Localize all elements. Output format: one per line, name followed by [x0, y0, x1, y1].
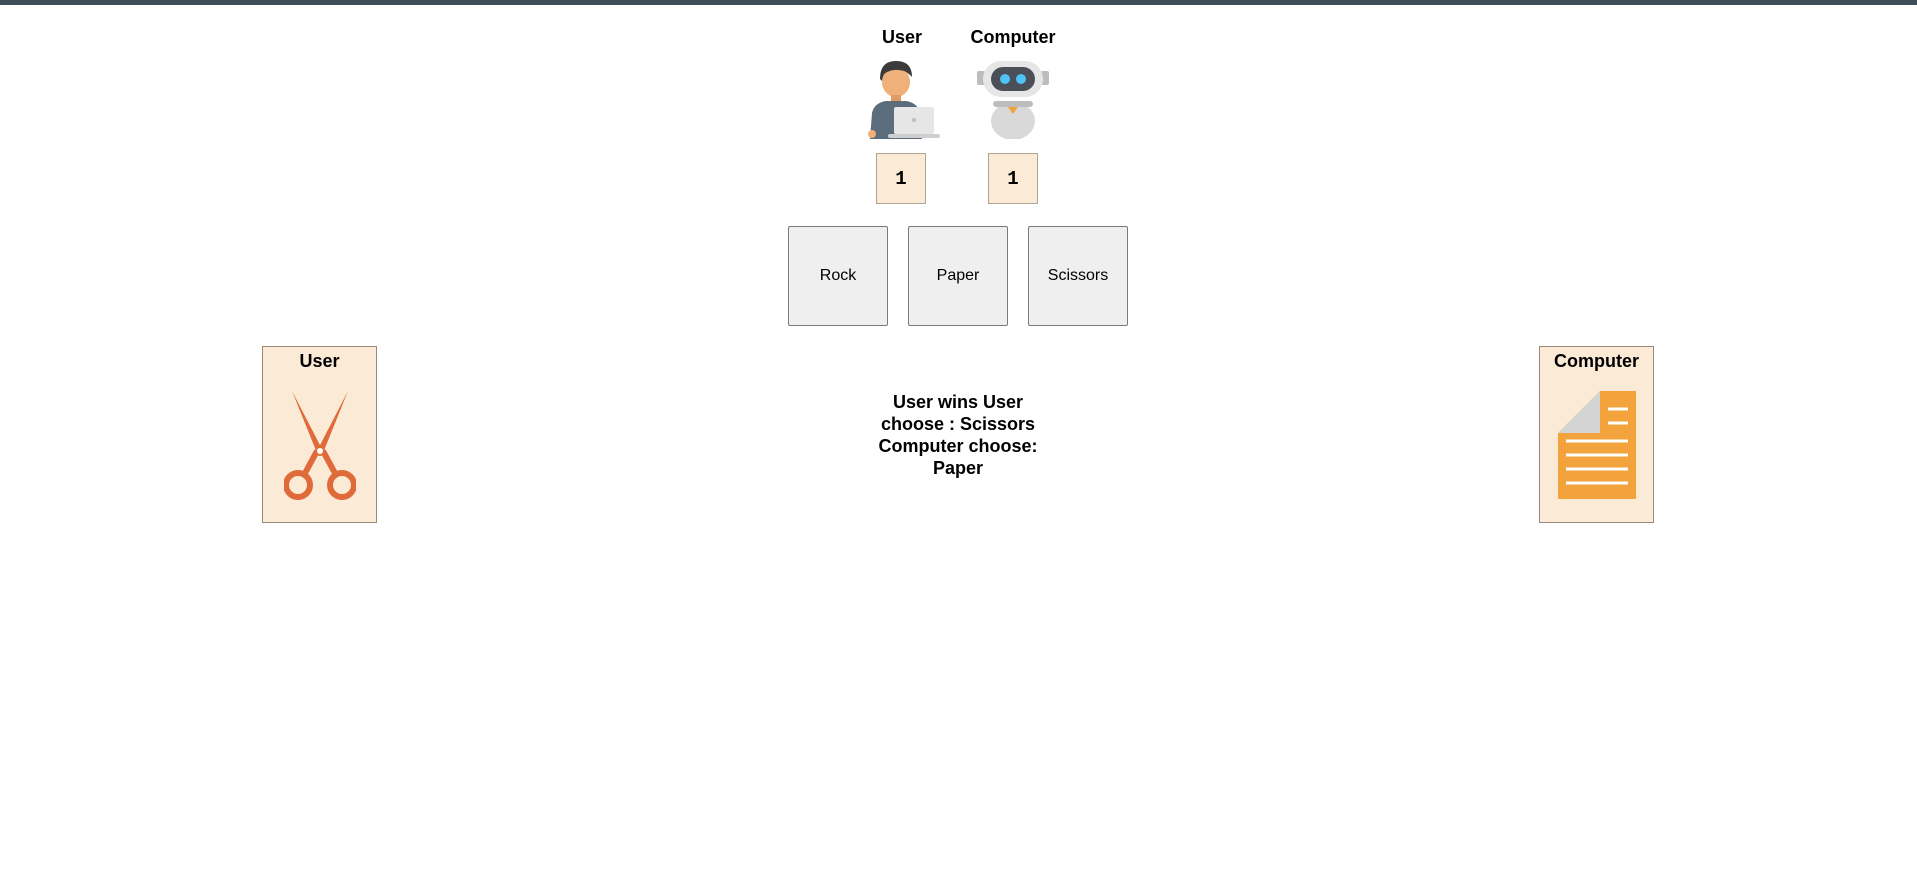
result-line-4: Paper: [932, 458, 984, 478]
computer-name: Computer: [970, 27, 1056, 47]
computer-choice-card: Computer: [1539, 346, 1654, 523]
result-message: User wins User choose : Scissors Compute…: [868, 391, 1048, 479]
user-score: 1: [876, 153, 926, 204]
result-line-3: Computer choose:: [878, 436, 1038, 456]
user-player: User: [862, 27, 942, 142]
rock-button[interactable]: Rock: [788, 226, 888, 326]
robot-icon: [977, 57, 1049, 144]
result-line-2: choose : Scissors: [880, 414, 1036, 434]
top-bar: [0, 0, 1917, 5]
scissors-button[interactable]: Scissors: [1028, 226, 1128, 326]
user-name: User: [881, 27, 923, 47]
scissors-icon: [284, 391, 356, 500]
result-line-1: User wins User: [892, 392, 1024, 412]
computer-card-label: Computer: [1554, 351, 1639, 371]
computer-score: 1: [988, 153, 1038, 204]
user-laptop-icon: [864, 57, 940, 144]
user-card-label: User: [299, 351, 340, 371]
paper-icon: [1558, 391, 1636, 499]
computer-player: Computer: [958, 27, 1068, 142]
user-choice-card: User: [262, 346, 377, 523]
paper-button[interactable]: Paper: [908, 226, 1008, 326]
